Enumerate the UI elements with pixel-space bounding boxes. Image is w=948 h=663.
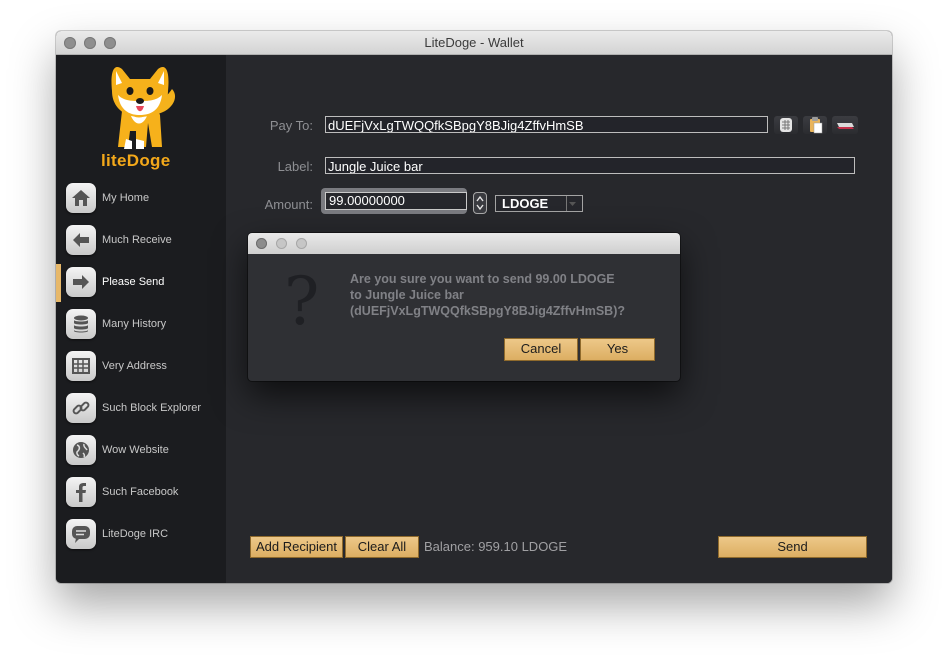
dialog-close-button[interactable] [256,238,267,249]
link-icon [66,393,96,423]
sidebar-item-very-address[interactable]: Very Address [56,348,226,386]
dialog-zoom-button [296,238,307,249]
stepper-arrows-icon [476,195,484,211]
wallet-window: LiteDoge - Wallet liteDoge My Home Much … [56,31,892,583]
send-button[interactable]: Send [718,536,867,558]
cancel-button[interactable]: Cancel [504,338,578,361]
sidebar-item-label: Such Block Explorer [102,402,202,414]
arrow-right-icon [66,267,96,297]
amount-label: Amount: [264,197,313,212]
yes-button[interactable]: Yes [580,338,655,361]
paste-icon [810,117,823,134]
sidebar-item-many-history[interactable]: Many History [56,306,226,344]
dialog-message-line-1: Are you sure you want to send 99.00 LDOG… [350,272,615,286]
active-indicator [56,264,61,302]
dialog-title-bar[interactable] [248,233,680,254]
sidebar-item-litedoge-irc[interactable]: LiteDoge IRC [56,516,226,554]
home-icon [66,183,96,213]
arrow-left-icon [66,225,96,255]
unit-select[interactable]: LDOGE [495,195,583,212]
add-recipient-button[interactable]: Add Recipient [250,536,343,558]
sidebar-item-label: Wow Website [102,444,169,456]
brand-name: liteDoge [101,151,171,170]
title-bar[interactable]: LiteDoge - Wallet [56,31,892,55]
sidebar-item-label: Very Address [102,360,167,372]
send-confirmation-dialog: ? Are you sure you want to send 99.00 LD… [248,233,680,381]
sidebar-item-label: LiteDoge IRC [102,528,169,540]
label-input[interactable]: Jungle Juice bar [325,157,855,174]
dialog-minimize-button [276,238,287,249]
paste-button[interactable] [803,116,827,134]
sidebar-item-wow-website[interactable]: Wow Website [56,432,226,470]
sidebar-item-label: My Home [102,192,150,204]
label-field-label: Label: [277,159,313,174]
balance-text: Balance: 959.10 LDOGE [424,539,568,554]
shiba-logo-icon [111,67,176,149]
pay-to-label: Pay To: [269,118,313,133]
sidebar-item-much-receive[interactable]: Much Receive [56,222,226,260]
sidebar-item-such-block-explorer[interactable]: Such Block Explorer [56,390,226,428]
facebook-icon [66,477,96,507]
clear-address-button[interactable] [832,116,858,134]
sidebar-item-label: Please Send [102,276,165,288]
question-icon: ? [284,263,320,340]
chat-icon [66,519,96,549]
sidebar-item-such-facebook[interactable]: Such Facebook [56,474,226,512]
clear-all-button[interactable]: Clear All [345,536,419,558]
dialog-message-line-3: (dUEFjVxLgTWQQfkSBpgY8BJig4ZffvHmSB)? [350,304,626,318]
window-title: LiteDoge - Wallet [424,35,524,50]
globe-icon [66,435,96,465]
clear-icon [837,123,854,129]
unit-select-value: LDOGE [502,196,549,211]
sidebar: liteDoge My Home Much Receive Please Sen… [56,55,226,583]
address-book-icon [780,118,792,132]
address-book-button[interactable] [774,116,798,134]
amount-stepper[interactable] [473,192,487,214]
amount-input[interactable]: 99.00000000 [325,192,467,210]
dialog-message-line-2: to Jungle Juice bar [350,288,464,302]
sidebar-item-label: Much Receive [102,234,172,246]
database-icon [66,309,96,339]
amount-focus-ring: 99.00000000 [321,188,467,214]
sidebar-item-label: Such Facebook [102,486,179,498]
pay-to-input[interactable]: dUEFjVxLgTWQQfkSBpgY8BJig4ZffvHmSB [325,116,768,133]
sidebar-item-my-home[interactable]: My Home [56,180,226,218]
sidebar-item-please-send[interactable]: Please Send [56,264,226,302]
sidebar-item-label: Many History [102,318,167,330]
address-book-icon [66,351,96,381]
chevron-down-icon [566,196,578,211]
